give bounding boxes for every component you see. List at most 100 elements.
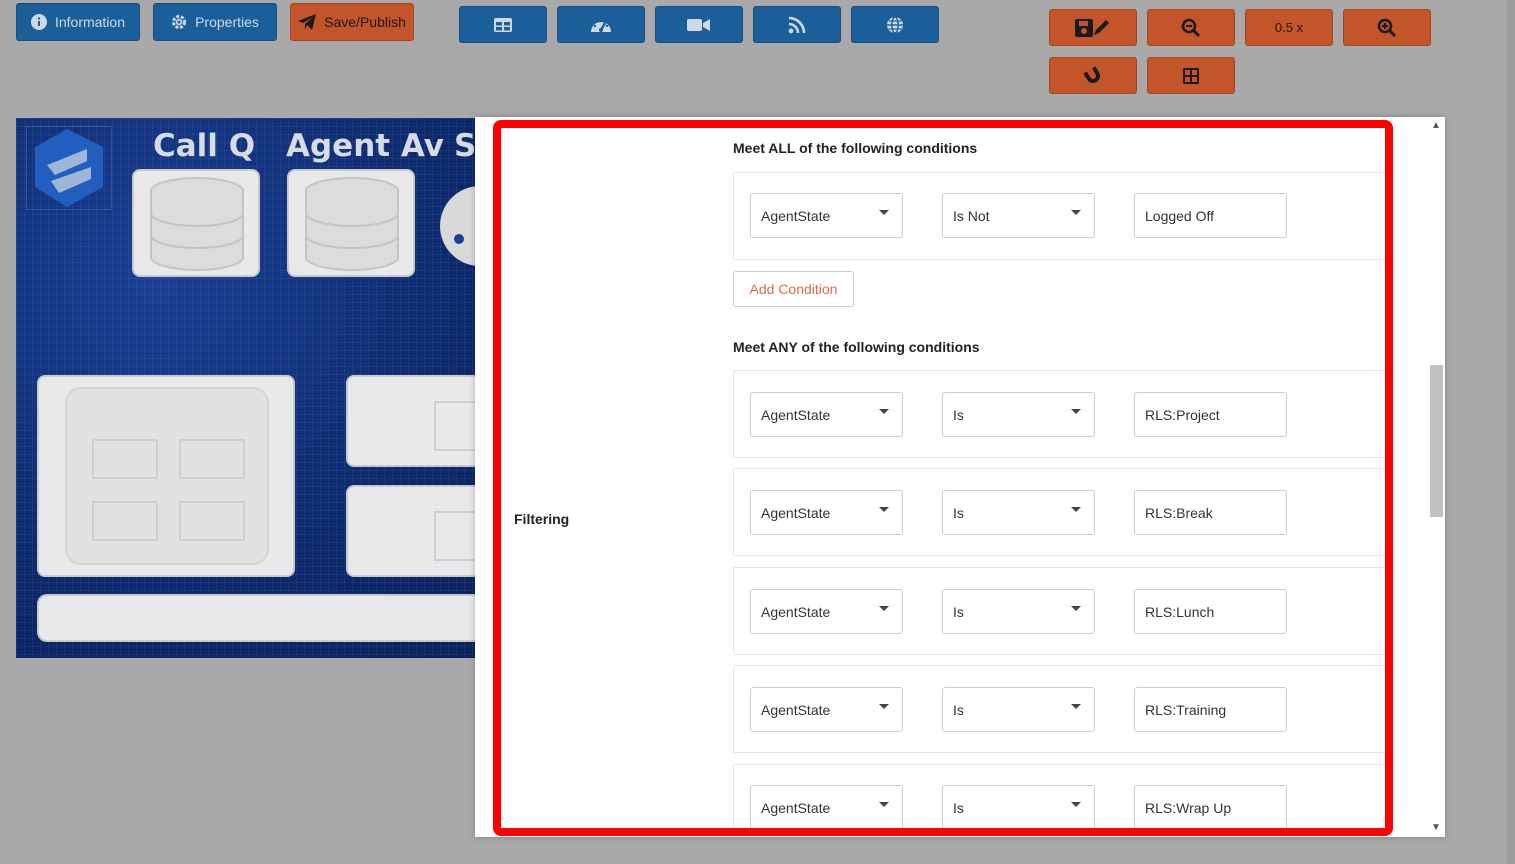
operator-value: Is <box>953 799 964 816</box>
rss-widget-button[interactable] <box>753 6 841 43</box>
list-widget-1[interactable] <box>346 375 476 467</box>
condition-field-select[interactable]: AgentState <box>750 193 903 238</box>
meet-all-heading: Meet ALL of the following conditions <box>733 140 978 156</box>
input-value: RLS:Training <box>1145 701 1227 718</box>
operator-value: Is <box>953 701 964 718</box>
video-widget-button[interactable] <box>655 6 743 43</box>
zoom-out-icon <box>1181 18 1201 38</box>
meet-any-heading: Meet ANY of the following conditions <box>733 339 980 355</box>
info-icon <box>30 14 47 30</box>
widget-title-third: S <box>454 128 476 164</box>
condition-field-select[interactable]: AgentState <box>750 490 903 535</box>
tachometer-icon <box>590 16 612 34</box>
agent-available-widget[interactable] <box>287 169 415 277</box>
condition-value-input[interactable]: RLS:Wrap Up <box>1134 785 1287 830</box>
information-button[interactable]: Information <box>16 3 140 41</box>
widget-title-call-q: Call Q <box>153 128 256 164</box>
caret-down-icon <box>879 606 889 611</box>
dashboard-canvas[interactable]: Call Q Agent Av S <box>16 118 476 658</box>
gauge-widget-partial[interactable] <box>440 186 476 266</box>
condition-field-select[interactable]: AgentState <box>750 589 903 634</box>
condition-value-input[interactable]: RLS:Training <box>1134 687 1287 732</box>
information-label: Information <box>54 14 126 30</box>
input-value: RLS:Lunch <box>1145 603 1215 620</box>
save-publish-button[interactable]: Save/Publish <box>290 3 414 41</box>
database-icon <box>303 175 401 278</box>
field-value: AgentState <box>761 207 831 224</box>
condition-field-select[interactable]: AgentState <box>750 687 903 732</box>
caret-down-icon <box>1071 802 1081 807</box>
zoom-in-icon <box>1377 18 1397 38</box>
snap-magnet-button[interactable] <box>1049 57 1137 94</box>
save-publish-label: Save/Publish <box>324 14 406 30</box>
operator-value: Is <box>953 603 964 620</box>
scroll-up-icon[interactable]: ▲ <box>1431 120 1441 131</box>
field-value: AgentState <box>761 406 831 423</box>
field-value: AgentState <box>761 504 831 521</box>
zoom-in-button[interactable] <box>1343 9 1431 46</box>
save-edit-button[interactable] <box>1049 9 1137 46</box>
condition-operator-select[interactable]: Is <box>942 785 1095 830</box>
page-scrollbar[interactable] <box>1507 0 1515 864</box>
zoom-out-button[interactable] <box>1147 9 1235 46</box>
operator-value: Is Not <box>953 207 990 224</box>
table-widget-button[interactable] <box>459 6 547 43</box>
caret-down-icon <box>1071 210 1081 215</box>
condition-value-input[interactable]: RLS:Lunch <box>1134 589 1287 634</box>
call-q-widget[interactable] <box>132 169 260 277</box>
input-value: RLS:Project <box>1145 406 1220 423</box>
save-edit-icon <box>1075 18 1111 38</box>
input-value: Logged Off <box>1145 207 1215 224</box>
condition-operator-select[interactable]: Is <box>942 392 1095 437</box>
field-value: AgentState <box>761 603 831 620</box>
web-widget-button[interactable] <box>851 6 939 43</box>
list-icon <box>434 401 476 451</box>
magnet-icon <box>1083 65 1103 86</box>
operator-value: Is <box>953 504 964 521</box>
properties-button[interactable]: Properties <box>153 3 277 41</box>
condition-value-input[interactable]: Logged Off <box>1134 193 1287 238</box>
input-value: RLS:Wrap Up <box>1145 799 1232 816</box>
list-widget-2[interactable] <box>346 485 476 577</box>
caret-down-icon <box>1071 704 1081 709</box>
caret-down-icon <box>879 210 889 215</box>
condition-field-select[interactable]: AgentState <box>750 785 903 830</box>
field-value: AgentState <box>761 701 831 718</box>
caret-down-icon <box>879 507 889 512</box>
grid-toggle-button[interactable] <box>1147 57 1235 94</box>
condition-operator-select[interactable]: Is Not <box>942 193 1095 238</box>
rss-icon <box>788 16 806 34</box>
operator-value: Is <box>953 406 964 423</box>
condition-operator-select[interactable]: Is <box>942 687 1095 732</box>
caret-down-icon <box>1071 606 1081 611</box>
condition-operator-select[interactable]: Is <box>942 589 1095 634</box>
zoom-level-button[interactable]: 0.5 x <box>1245 9 1333 46</box>
any-condition-row: AgentState Is RLS:Wrap Up <box>733 764 1385 830</box>
condition-field-select[interactable]: AgentState <box>750 392 903 437</box>
condition-value-input[interactable]: RLS:Project <box>1134 392 1287 437</box>
grid-icon <box>1182 67 1200 85</box>
widget-title-agent-available: Agent Av <box>286 128 444 164</box>
table-icon <box>65 387 269 565</box>
video-camera-icon <box>687 17 711 33</box>
scrollbar-thumb[interactable] <box>1430 365 1443 517</box>
add-condition-button[interactable]: Add Condition <box>733 271 854 307</box>
gauge-dot-icon <box>454 234 464 244</box>
table-icon <box>493 17 513 33</box>
caret-down-icon <box>879 802 889 807</box>
caret-down-icon <box>1071 507 1081 512</box>
brand-logo <box>26 126 112 210</box>
any-condition-row: AgentState Is RLS:Training <box>733 665 1385 753</box>
any-condition-row: AgentState Is RLS:Project <box>733 370 1385 458</box>
scroll-down-icon[interactable]: ▼ <box>1431 822 1441 833</box>
caret-down-icon <box>879 704 889 709</box>
condition-value-input[interactable]: RLS:Break <box>1134 490 1287 535</box>
gauge-widget-button[interactable] <box>557 6 645 43</box>
condition-operator-select[interactable]: Is <box>942 490 1095 535</box>
caret-down-icon <box>879 409 889 414</box>
ticker-widget[interactable] <box>37 594 476 642</box>
filtering-label: Filtering <box>514 511 570 527</box>
caret-down-icon <box>1071 409 1081 414</box>
table-widget[interactable] <box>37 375 295 577</box>
list-icon <box>434 511 476 561</box>
